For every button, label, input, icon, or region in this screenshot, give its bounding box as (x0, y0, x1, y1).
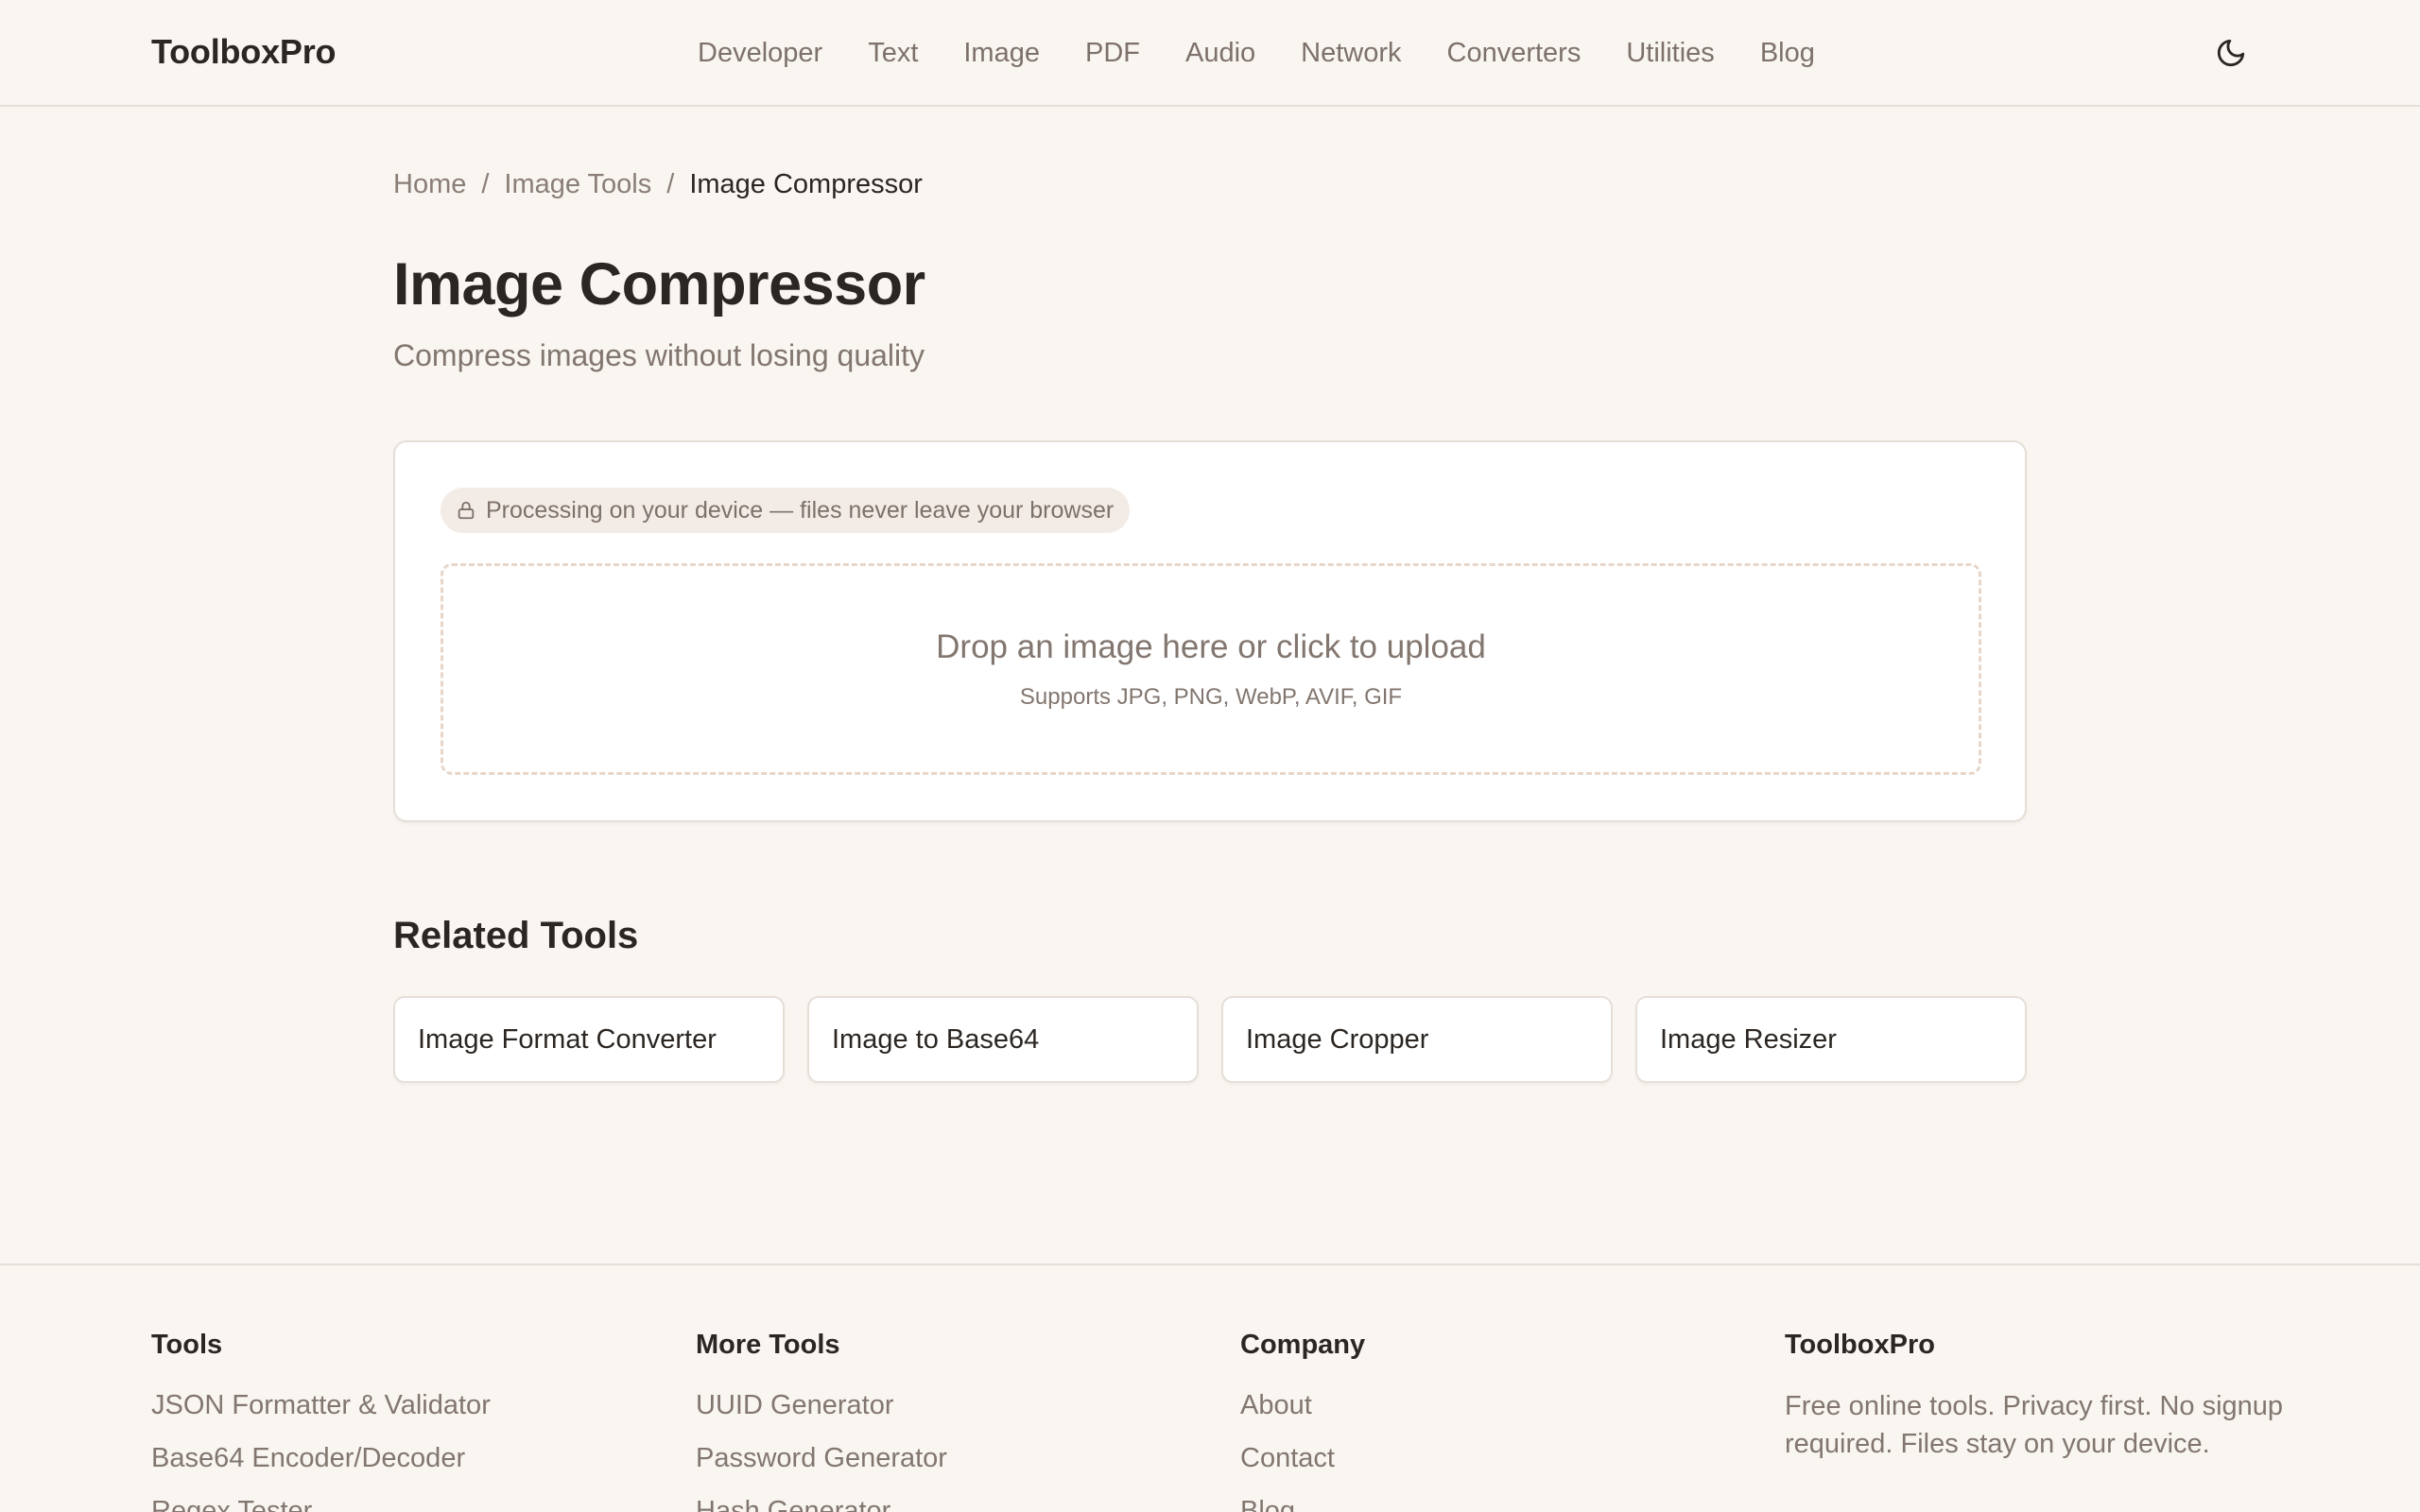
theme-toggle-button[interactable] (2212, 34, 2250, 72)
footer-link[interactable]: Hash Generator (696, 1493, 947, 1512)
footer-link[interactable]: JSON Formatter & Validator (151, 1387, 491, 1423)
nav-network[interactable]: Network (1301, 36, 1401, 70)
footer-company-title: Company (1240, 1330, 1366, 1360)
nav-blog[interactable]: Blog (1760, 36, 1815, 70)
footer-more-tools-column: More Tools UUID Generator Password Gener… (696, 1330, 947, 1512)
footer-more-tools-title: More Tools (696, 1330, 840, 1360)
breadcrumb-home[interactable]: Home (393, 169, 466, 200)
footer-tools-title: Tools (151, 1330, 223, 1360)
footer-link[interactable]: Contact (1240, 1440, 1365, 1476)
nav-pdf[interactable]: PDF (1085, 36, 1140, 70)
footer-tools-column: Tools JSON Formatter & Validator Base64 … (151, 1330, 491, 1512)
compressor-card: Processing on your device — files never … (393, 440, 2027, 822)
privacy-badge: Processing on your device — files never … (441, 488, 1131, 533)
related-tool-card[interactable]: Image Resizer (1635, 996, 2027, 1083)
related-tool-card[interactable]: Image Cropper (1221, 996, 1613, 1083)
page-title: Image Compressor (393, 251, 925, 318)
image-upload-dropzone[interactable]: Drop an image here or click to upload Su… (441, 563, 1981, 775)
footer-link[interactable]: About (1240, 1387, 1365, 1423)
footer-brand-column: ToolboxPro Free online tools. Privacy fi… (1785, 1330, 2295, 1463)
moon-icon (2217, 39, 2245, 67)
footer-link[interactable]: UUID Generator (696, 1387, 947, 1423)
nav-audio[interactable]: Audio (1185, 36, 1255, 70)
footer-brand-title: ToolboxPro (1785, 1330, 1935, 1360)
breadcrumb-image-tools[interactable]: Image Tools (504, 169, 651, 200)
nav-converters[interactable]: Converters (1447, 36, 1582, 70)
footer-link[interactable]: Base64 Encoder/Decoder (151, 1440, 491, 1476)
footer-link[interactable]: Regex Tester (151, 1493, 491, 1512)
related-tool-card[interactable]: Image to Base64 (807, 996, 1199, 1083)
lock-icon (458, 501, 475, 520)
nav-image[interactable]: Image (963, 36, 1040, 70)
breadcrumb: Home / Image Tools / Image Compressor (393, 169, 923, 200)
footer-link[interactable]: Blog (1240, 1493, 1365, 1512)
nav-developer[interactable]: Developer (698, 36, 822, 70)
site-logo[interactable]: ToolboxPro (151, 32, 337, 72)
site-header: ToolboxPro Developer Text Image PDF Audi… (0, 0, 2420, 107)
site-footer: Tools JSON Formatter & Validator Base64 … (0, 1263, 2420, 1512)
privacy-badge-text: Processing on your device — files never … (486, 496, 1115, 524)
footer-brand-text: Free online tools. Privacy first. No sig… (1785, 1391, 2284, 1459)
nav-text[interactable]: Text (868, 36, 918, 70)
breadcrumb-separator: / (481, 169, 490, 199)
related-tools-grid: Image Format Converter Image to Base64 I… (393, 996, 2027, 1083)
footer-link[interactable]: Password Generator (696, 1440, 947, 1476)
breadcrumb-separator: / (666, 169, 675, 199)
related-tool-card[interactable]: Image Format Converter (393, 996, 785, 1083)
main-nav: Developer Text Image PDF Audio Network C… (698, 36, 1815, 70)
breadcrumb-current: Image Compressor (689, 169, 923, 199)
dropzone-supported-formats: Supports JPG, PNG, WebP, AVIF, GIF (1019, 684, 1403, 710)
footer-company-column: Company About Contact Blog (1240, 1330, 1365, 1512)
nav-utilities[interactable]: Utilities (1626, 36, 1714, 70)
dropzone-title: Drop an image here or click to upload (936, 628, 1486, 665)
related-tools-title: Related Tools (393, 915, 639, 956)
page-subtitle: Compress images without losing quality (393, 338, 925, 372)
